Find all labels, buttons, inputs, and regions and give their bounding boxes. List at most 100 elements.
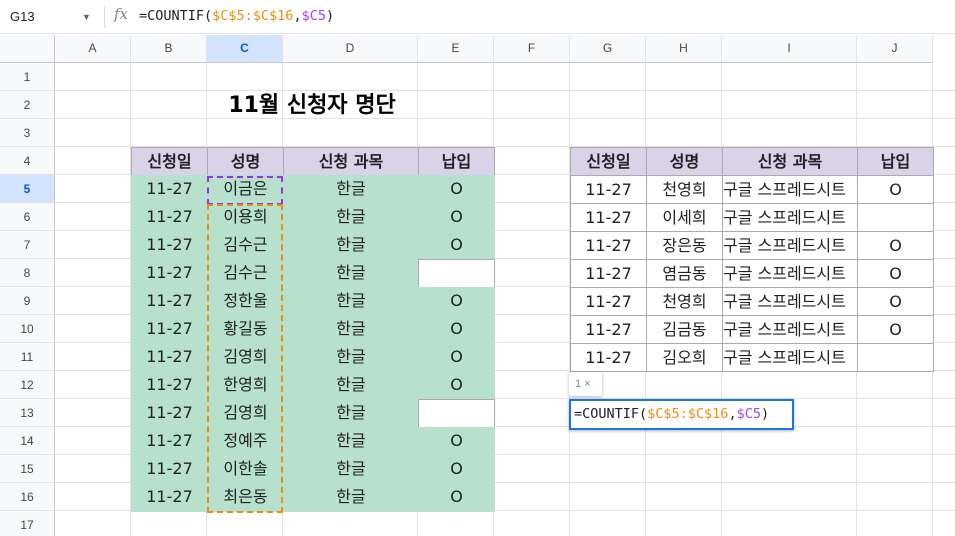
right_table-header-cell: 신청일 bbox=[570, 147, 647, 176]
left_table-data-cell: O bbox=[418, 343, 495, 372]
left_table-data-cell: O bbox=[418, 175, 495, 204]
right_table-data-cell: 구글 스프레드시트 bbox=[722, 343, 858, 372]
editor-comma: , bbox=[728, 406, 737, 422]
close-icon[interactable]: × bbox=[584, 378, 590, 390]
argument-hint: 1 × bbox=[569, 372, 602, 396]
left_table-data-cell: 11-27 bbox=[131, 455, 208, 484]
row-header-6[interactable]: 6 bbox=[0, 203, 55, 231]
row-header-10[interactable]: 10 bbox=[0, 315, 55, 343]
left_table-data-cell: 11-27 bbox=[131, 427, 208, 456]
row-header-15[interactable]: 15 bbox=[0, 455, 55, 483]
left_table-header-cell: 신청일 bbox=[131, 147, 208, 176]
left_table-data-cell: 한글 bbox=[283, 371, 419, 400]
right_table-data-cell: 김오희 bbox=[646, 343, 723, 372]
column-header-f[interactable]: F bbox=[494, 35, 570, 63]
formula-input[interactable]: =COUNTIF($C$5:$C$16,$C5) bbox=[139, 8, 334, 24]
column-header-h[interactable]: H bbox=[646, 35, 722, 63]
column-header-b[interactable]: B bbox=[131, 35, 207, 63]
left_table-data-cell: 한글 bbox=[283, 203, 419, 232]
left_table-data-cell: 11-27 bbox=[131, 399, 208, 428]
formula-bar: G13 ▼ fx =COUNTIF($C$5:$C$16,$C5) bbox=[0, 0, 955, 34]
right_table-data-cell: 11-27 bbox=[570, 231, 647, 260]
left_table-data-cell bbox=[418, 259, 495, 288]
right_table-data-cell bbox=[857, 343, 934, 372]
left_table-data-cell: 11-27 bbox=[131, 371, 208, 400]
right_table-data-cell: 11-27 bbox=[570, 315, 647, 344]
right_table-data-cell bbox=[857, 203, 934, 232]
row-header-4[interactable]: 4 bbox=[0, 147, 55, 175]
left_table-data-cell: 11-27 bbox=[131, 175, 208, 204]
right_table-data-cell: 11-27 bbox=[570, 343, 647, 372]
right_table-data-cell: 천영희 bbox=[646, 287, 723, 316]
formula-text-suffix: ) bbox=[325, 8, 335, 24]
left_table-data-cell: 한글 bbox=[283, 483, 419, 512]
editor-range-ref: $C$5:$C$16 bbox=[647, 406, 729, 422]
row-header-9[interactable]: 9 bbox=[0, 287, 55, 315]
right_table-data-cell: 장은동 bbox=[646, 231, 723, 260]
row-header-7[interactable]: 7 bbox=[0, 231, 55, 259]
left_table-data-cell: 한글 bbox=[283, 175, 419, 204]
row-header-16[interactable]: 16 bbox=[0, 483, 55, 511]
column-header-d[interactable]: D bbox=[283, 35, 418, 63]
row-header-14[interactable]: 14 bbox=[0, 427, 55, 455]
column-header-e[interactable]: E bbox=[418, 35, 494, 63]
row-header-2[interactable]: 2 bbox=[0, 91, 55, 119]
right_table-data-cell: 11-27 bbox=[570, 287, 647, 316]
column-header-i[interactable]: I bbox=[722, 35, 857, 63]
right_table-data-cell: O bbox=[857, 287, 934, 316]
right_table-data-cell: 김금동 bbox=[646, 315, 723, 344]
row-gridline bbox=[55, 90, 955, 91]
left_table-data-cell: O bbox=[418, 203, 495, 232]
row-header-3[interactable]: 3 bbox=[0, 119, 55, 147]
column-header-c[interactable]: C bbox=[207, 35, 283, 63]
right_table-data-cell: 이세희 bbox=[646, 203, 723, 232]
left_table-data-cell: 11-27 bbox=[131, 231, 208, 260]
left_table-data-cell: O bbox=[418, 455, 495, 484]
row-header-12[interactable]: 12 bbox=[0, 371, 55, 399]
left_table-data-cell: 한글 bbox=[283, 455, 419, 484]
left_table-header-cell: 납입 bbox=[418, 147, 495, 176]
left_table-data-cell: O bbox=[418, 371, 495, 400]
name-box[interactable]: G13 ▼ bbox=[0, 4, 100, 30]
left_table-data-cell: 11-27 bbox=[131, 203, 208, 232]
right_table-header-cell: 성명 bbox=[646, 147, 723, 176]
name-box-value: G13 bbox=[10, 9, 35, 24]
row-header-1[interactable]: 1 bbox=[0, 63, 55, 91]
row-header-11[interactable]: 11 bbox=[0, 343, 55, 371]
row-header-5[interactable]: 5 bbox=[0, 175, 55, 203]
column-header-j[interactable]: J bbox=[857, 35, 933, 63]
row-header-8[interactable]: 8 bbox=[0, 259, 55, 287]
left_table-data-cell: 한글 bbox=[283, 315, 419, 344]
right_table-data-cell: O bbox=[857, 315, 934, 344]
right_table-data-cell: 11-27 bbox=[570, 175, 647, 204]
hint-count: 1 bbox=[575, 378, 582, 390]
column-header-g[interactable]: G bbox=[570, 35, 646, 63]
right_table-data-cell: 염금동 bbox=[646, 259, 723, 288]
row-header-13[interactable]: 13 bbox=[0, 399, 55, 427]
chevron-down-icon[interactable]: ▼ bbox=[82, 4, 91, 30]
right_table-data-cell: 11-27 bbox=[570, 259, 647, 288]
left_table-data-cell: 11-27 bbox=[131, 343, 208, 372]
editor-prefix: =COUNTIF( bbox=[574, 406, 648, 422]
left_table-data-cell bbox=[418, 399, 495, 428]
formula-criterion-ref: $C5 bbox=[301, 8, 326, 24]
left_table-data-cell: 한글 bbox=[283, 231, 419, 260]
right_table-data-cell: O bbox=[857, 231, 934, 260]
row-header-17[interactable]: 17 bbox=[0, 511, 55, 536]
right_table-data-cell: 구글 스프레드시트 bbox=[722, 231, 858, 260]
right_table-header-cell: 신청 과목 bbox=[722, 147, 858, 176]
column-header-a[interactable]: A bbox=[55, 35, 131, 63]
cell-formula-editor[interactable]: =COUNTIF($C$5:$C$16,$C5) bbox=[569, 399, 794, 430]
left_table-data-cell: 한글 bbox=[283, 287, 419, 316]
formula-range-ref: $C$5:$C$16 bbox=[212, 8, 294, 24]
left_table-data-cell: 11-27 bbox=[131, 287, 208, 316]
editor-suffix: ) bbox=[760, 406, 770, 422]
left_table-data-cell: O bbox=[418, 287, 495, 316]
right_table-data-cell: O bbox=[857, 259, 934, 288]
range-highlight bbox=[207, 204, 283, 513]
function-icon: fx bbox=[114, 5, 129, 23]
select-all-corner[interactable] bbox=[0, 35, 55, 63]
criterion-cell-highlight bbox=[207, 176, 283, 205]
sheet-title: 11월 신청자 명단 bbox=[228, 93, 396, 118]
editor-criterion-ref: $C5 bbox=[736, 406, 761, 422]
